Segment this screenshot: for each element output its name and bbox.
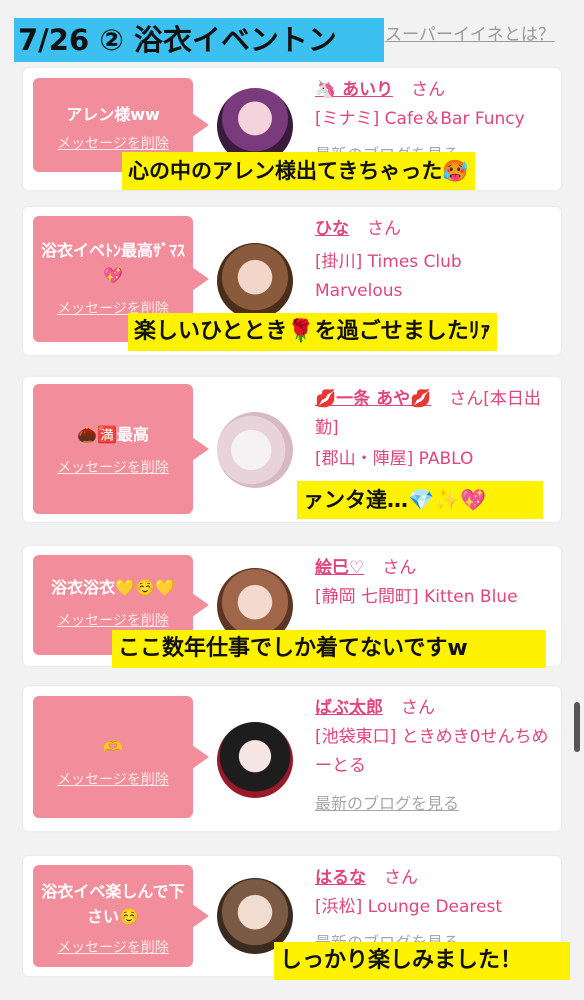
message-text: アレン様ww bbox=[66, 105, 160, 124]
message-text: 🫶 bbox=[103, 737, 123, 756]
profile-name-link[interactable]: ばぶ太郎 bbox=[315, 698, 383, 718]
profile-info: ひな さん [掛川] Times Club Marvelous bbox=[315, 215, 551, 306]
honorific: さん bbox=[382, 558, 417, 578]
page-title: 7/26 ② 浴衣イベントン bbox=[14, 18, 384, 62]
caption-overlay: ァンタ達…💎✨💖 bbox=[297, 481, 543, 519]
honorific: さん bbox=[449, 389, 484, 409]
avatar[interactable] bbox=[217, 722, 293, 798]
profile-info: 💋一条 あや💋 さん[本日出勤] [郡山・陣屋] PABLO bbox=[315, 385, 551, 474]
delete-message-link[interactable]: メッセージを削除 bbox=[39, 937, 187, 957]
message-text: 浴衣イベﾄﾝ最高ｻﾞﾏｽ💖 bbox=[40, 241, 185, 285]
honorific: さん bbox=[367, 219, 401, 239]
super-iine-link[interactable]: スーパーイイネとは？ bbox=[385, 20, 555, 45]
shop-name: [掛川] Times Club Marvelous bbox=[315, 252, 462, 301]
message-text: 浴衣イベ楽しんで下さい☺️ bbox=[41, 882, 185, 926]
honorific: さん bbox=[401, 698, 435, 718]
scrollbar[interactable] bbox=[574, 702, 580, 752]
profile-name-link[interactable]: 💋一条 あや💋 bbox=[315, 389, 431, 409]
message-bubble: 🌰🈵最高 メッセージを削除 bbox=[33, 384, 209, 514]
caption-overlay: ここ数年仕事でしか着てないですw bbox=[112, 630, 546, 668]
delete-message-link[interactable]: メッセージを削除 bbox=[39, 457, 187, 477]
message-bubble: 🫶 メッセージを削除 bbox=[33, 696, 209, 818]
profile-info: 絵巳♡ さん [静岡 七間町] Kitten Blue bbox=[315, 554, 551, 612]
caption-overlay: 心の中のアレン様出てきちゃった🥵 bbox=[122, 152, 475, 190]
caption-overlay: 楽しいひととき🌹を過ごせましたﾘｧ bbox=[128, 313, 497, 351]
blog-link[interactable]: 最新のブログを見る bbox=[315, 789, 551, 818]
avatar[interactable] bbox=[217, 412, 293, 488]
avatar[interactable] bbox=[217, 243, 293, 319]
delete-message-link[interactable]: メッセージを削除 bbox=[39, 610, 187, 630]
delete-message-link[interactable]: メッセージを削除 bbox=[39, 133, 187, 153]
message-text: 浴衣浴衣💛☺️💛 bbox=[51, 578, 175, 597]
message-text: 🌰🈵最高 bbox=[77, 425, 149, 444]
honorific: さん bbox=[411, 80, 446, 100]
delete-message-link[interactable]: メッセージを削除 bbox=[39, 769, 187, 789]
shop-name: [ミナミ] Cafe＆Bar Funcy bbox=[315, 109, 525, 129]
shop-name: [郡山・陣屋] PABLO bbox=[315, 449, 474, 469]
profile-name-link[interactable]: 絵巳♡ bbox=[315, 558, 364, 578]
profile-info: ばぶ太郎 さん [池袋東口] ときめき0せんちめーとる 最新のブログを見る bbox=[315, 694, 551, 818]
caption-overlay: しっかり楽しみました！ bbox=[274, 942, 570, 980]
shop-name: [池袋東口] ときめき0せんちめーとる bbox=[315, 727, 549, 776]
profile-name-link[interactable]: 🦄 あいり bbox=[315, 80, 393, 100]
message-bubble: 浴衣イベ楽しんで下さい☺️ メッセージを削除 bbox=[33, 865, 209, 967]
shop-name: [静岡 七間町] Kitten Blue bbox=[315, 587, 518, 607]
profile-name-link[interactable]: ひな bbox=[315, 219, 349, 239]
message-card: 🫶 メッセージを削除 ばぶ太郎 さん [池袋東口] ときめき0せんちめーとる 最新… bbox=[23, 686, 561, 831]
honorific: さん bbox=[384, 868, 418, 888]
profile-name-link[interactable]: はるな bbox=[315, 868, 366, 888]
shop-name: [浜松] Lounge Dearest bbox=[315, 897, 503, 917]
